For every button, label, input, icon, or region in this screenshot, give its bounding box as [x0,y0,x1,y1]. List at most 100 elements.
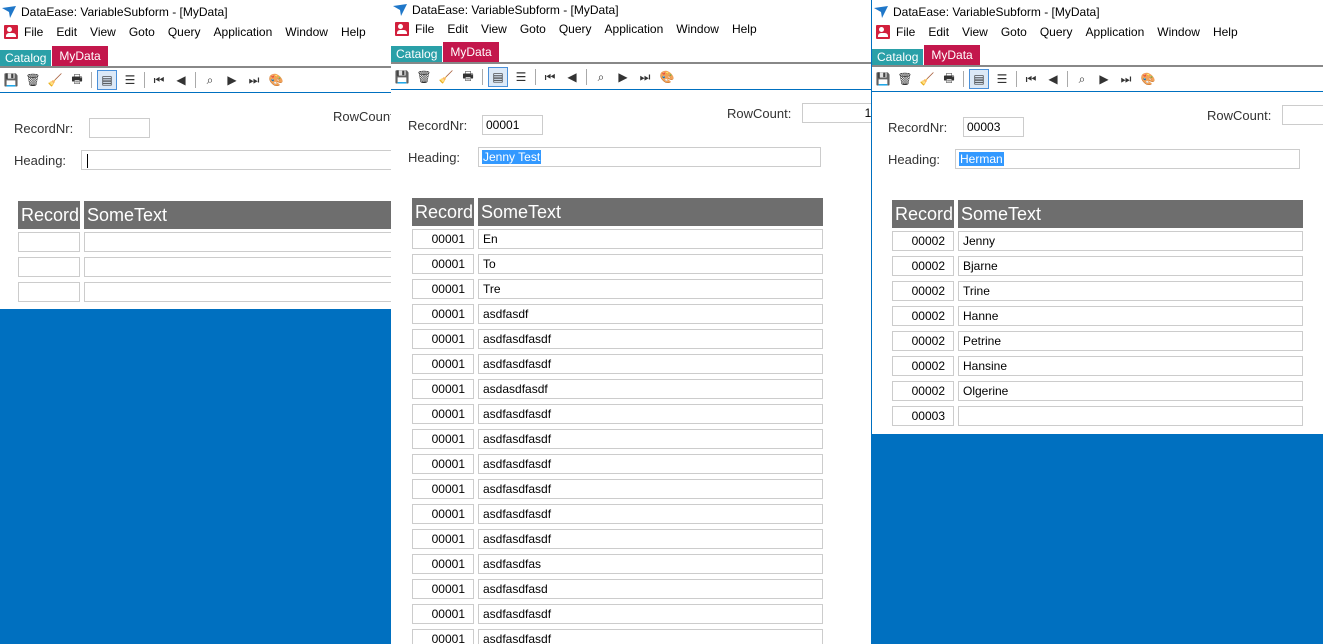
record-cell[interactable]: 00001 [412,629,474,644]
print-icon[interactable]: 🖶 [941,71,957,87]
table-row[interactable]: 00001 asdfasdfasdf [412,504,823,524]
delete-icon[interactable]: 🗑 [25,72,41,88]
sometext-cell[interactable]: asdfasdfasdf [478,479,823,499]
menu-item-window[interactable]: Window [1157,25,1200,39]
menu-item-file[interactable]: File [24,25,43,39]
record-cell[interactable]: 00003 [892,406,954,426]
table-row[interactable]: 00001 asdfasdfasdf [412,429,823,449]
sometext-cell[interactable]: Petrine [958,331,1303,351]
next-record-icon[interactable]: ▶ [224,72,240,88]
sometext-cell[interactable]: asdfasdf [478,304,823,324]
search-icon[interactable]: ⌕ [202,72,218,88]
menu-item-edit[interactable]: Edit [56,25,77,39]
heading-field[interactable]: Jenny Test [478,147,821,167]
rowcount-field[interactable]: 18 [802,103,871,123]
form-view-icon[interactable]: ▤ [969,69,989,89]
record-cell[interactable]: 00002 [892,306,954,326]
clear-icon[interactable]: 🧹 [47,72,63,88]
sometext-cell[interactable]: asdfasdfasdf [478,454,823,474]
table-row[interactable]: 00001 asdasdfasdf [412,379,823,399]
menu-item-view[interactable]: View [481,22,507,36]
menu-item-edit[interactable]: Edit [447,22,468,36]
menu-item-application[interactable]: Application [605,22,664,36]
sometext-cell[interactable]: Jenny [958,231,1303,251]
next-record-icon[interactable]: ▶ [615,69,631,85]
table-row[interactable]: 00001 asdfasdfasdf [412,529,823,549]
delete-icon[interactable]: 🗑 [897,71,913,87]
form-view-icon[interactable]: ▤ [488,67,508,87]
menu-item-view[interactable]: View [90,25,116,39]
user-form-icon[interactable] [4,25,18,39]
palette-icon[interactable]: 🎨 [659,69,675,85]
menu-item-help[interactable]: Help [341,25,366,39]
record-cell[interactable]: 00001 [412,379,474,399]
print-icon[interactable]: 🖶 [460,69,476,85]
table-row[interactable]: 00001 asdfasdfasdf [412,629,823,644]
user-form-icon[interactable] [876,25,890,39]
menu-item-help[interactable]: Help [732,22,757,36]
menu-item-file[interactable]: File [415,22,434,36]
sometext-cell[interactable]: asdfasdfasdf [478,354,823,374]
form-view-icon[interactable]: ▤ [97,70,117,90]
record-cell[interactable]: 00002 [892,256,954,276]
sometext-cell[interactable]: asdfasdfasdf [478,429,823,449]
record-cell[interactable]: 00001 [412,579,474,599]
sometext-cell[interactable]: asdfasdfasdf [478,529,823,549]
first-record-icon[interactable]: ⏮ [542,69,558,85]
record-cell[interactable]: 00001 [412,304,474,324]
table-view-icon[interactable]: ☰ [513,69,529,85]
previous-record-icon[interactable]: ◀ [564,69,580,85]
sometext-cell[interactable]: asdfasdfas [478,554,823,574]
save-icon[interactable]: 💾 [3,72,19,88]
recordnr-field[interactable]: 00001 [482,115,543,135]
menu-item-file[interactable]: File [896,25,915,39]
save-icon[interactable]: 💾 [875,71,891,87]
first-record-icon[interactable]: ⏮ [1023,71,1039,87]
tab-mydata[interactable]: MyData [443,42,499,62]
record-cell[interactable]: 00001 [412,354,474,374]
menu-item-application[interactable]: Application [1086,25,1145,39]
record-cell[interactable]: 00001 [412,254,474,274]
record-cell[interactable]: 00002 [892,356,954,376]
save-icon[interactable]: 💾 [394,69,410,85]
clear-icon[interactable]: 🧹 [919,71,935,87]
rowcount-field[interactable] [1282,105,1323,125]
sometext-cell[interactable]: To [478,254,823,274]
record-cell[interactable]: 00001 [412,504,474,524]
recordnr-field[interactable]: 00003 [963,117,1024,137]
first-record-icon[interactable]: ⏮ [151,72,167,88]
print-icon[interactable]: 🖶 [69,72,85,88]
menu-item-window[interactable]: Window [676,22,719,36]
record-cell[interactable]: 00001 [412,279,474,299]
table-row[interactable]: 00001 asdfasdfasdf [412,479,823,499]
sometext-cell[interactable] [84,282,391,302]
menu-item-goto[interactable]: Goto [129,25,155,39]
sometext-cell[interactable]: Hansine [958,356,1303,376]
previous-record-icon[interactable]: ◀ [173,72,189,88]
sometext-cell[interactable]: En [478,229,823,249]
palette-icon[interactable]: 🎨 [268,72,284,88]
table-row[interactable]: 00002 Bjarne [892,256,1303,276]
menu-item-window[interactable]: Window [285,25,328,39]
record-cell[interactable]: 00001 [412,604,474,624]
record-cell[interactable]: 00001 [412,529,474,549]
tab-catalog[interactable]: Catalog [391,46,443,62]
sometext-cell[interactable]: asdfasdfasdf [478,504,823,524]
record-cell[interactable]: 00001 [412,229,474,249]
menu-item-help[interactable]: Help [1213,25,1238,39]
delete-icon[interactable]: 🗑 [416,69,432,85]
record-cell[interactable]: 00001 [412,404,474,424]
record-cell[interactable]: 00001 [412,479,474,499]
heading-field[interactable] [81,150,391,170]
search-icon[interactable]: ⌕ [1074,71,1090,87]
record-cell[interactable]: 00001 [412,454,474,474]
sometext-cell[interactable]: Hanne [958,306,1303,326]
next-record-icon[interactable]: ▶ [1096,71,1112,87]
table-row[interactable]: 00001 asdfasdfasd [412,579,823,599]
menu-item-edit[interactable]: Edit [928,25,949,39]
table-row[interactable]: 00001 asdfasdfas [412,554,823,574]
record-cell[interactable] [18,232,80,252]
tab-mydata[interactable]: MyData [924,45,980,65]
tab-mydata[interactable]: MyData [52,46,108,66]
menu-item-view[interactable]: View [962,25,988,39]
